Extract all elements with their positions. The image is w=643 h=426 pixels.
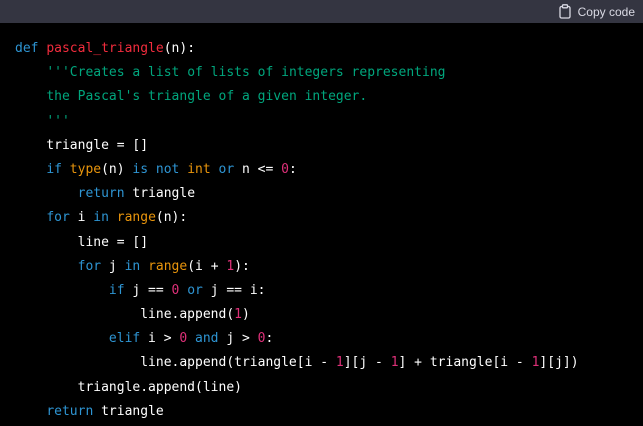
code-token: in — [93, 210, 109, 226]
code-token: j == i: — [202, 282, 266, 298]
code-token: 0 — [281, 161, 289, 177]
code-token: line.append(triangle[i - — [15, 355, 336, 371]
code-token: if — [108, 282, 125, 298]
code-token: for — [46, 210, 70, 226]
code-token: '''Creates a list of lists of integers r… — [46, 65, 446, 81]
code-line: elif i > 0 and j > 0: — [15, 327, 635, 351]
code-editor[interactable]: def pascal_triangle(n): '''Creates a lis… — [15, 37, 635, 424]
code-line: triangle = [] — [15, 134, 635, 158]
code-token: 1 — [390, 355, 399, 371]
code-token: (n): — [155, 210, 188, 226]
code-token: ) — [241, 307, 250, 323]
code-token: ][j - — [343, 355, 391, 371]
code-token: is — [132, 161, 149, 177]
code-token: (n) — [101, 161, 133, 177]
code-token: ] + triangle[i - — [398, 355, 532, 371]
code-token: i — [69, 210, 94, 226]
code-token: (i + — [187, 258, 227, 274]
code-token: range — [148, 258, 188, 274]
code-token: (n): — [163, 41, 196, 56]
clipboard-icon — [558, 4, 572, 19]
code-token: : — [265, 331, 274, 347]
code-token: return — [77, 186, 125, 202]
copy-code-button[interactable]: Copy code — [558, 0, 635, 23]
code-token: line = [] — [15, 234, 149, 250]
code-line: the Pascal's triangle of a given integer… — [15, 85, 635, 109]
code-line: if j == 0 or j == i: — [15, 279, 635, 303]
code-token: if — [46, 161, 62, 177]
code-token: for — [77, 258, 102, 274]
code-token: or — [218, 161, 235, 177]
code-token: int — [187, 161, 211, 177]
code-line: '''Creates a list of lists of integers r… — [15, 61, 635, 85]
code-token: triangle — [93, 403, 164, 419]
code-token: triangle — [124, 186, 196, 202]
code-token: type — [69, 161, 102, 177]
code-token: : — [288, 161, 297, 177]
code-token: return — [46, 403, 94, 419]
code-line: return triangle — [15, 400, 635, 424]
code-token: elif — [108, 331, 141, 347]
code-line: ''' — [15, 110, 635, 134]
code-token: n <= — [234, 161, 282, 177]
copy-code-label: Copy code — [577, 4, 635, 19]
code-token: and — [195, 331, 219, 347]
code-token: or — [187, 282, 203, 298]
code-token: 1 — [234, 307, 242, 323]
code-line: for i in range(n): — [15, 206, 635, 230]
code-token: not — [155, 161, 180, 177]
code-token: the Pascal's triangle of a given integer… — [46, 89, 368, 105]
code-token: pascal_triangle — [46, 41, 164, 56]
code-token: line.append( — [15, 307, 235, 323]
code-line: def pascal_triangle(n): — [15, 37, 635, 61]
code-token: j — [101, 258, 125, 274]
code-token: ): — [234, 258, 250, 274]
code-token: range — [116, 210, 156, 226]
code-token: 1 — [335, 355, 344, 371]
code-line: for j in range(i + 1): — [15, 255, 635, 279]
code-line: if type(n) is not int or n <= 0: — [15, 158, 635, 182]
code-token: triangle = [] — [15, 137, 149, 153]
code-token: i > — [140, 331, 180, 347]
code-token: 1 — [226, 258, 235, 274]
code-token: in — [124, 258, 141, 274]
code-block-header: Copy code — [0, 0, 643, 23]
code-line: triangle.append(line) — [15, 376, 635, 400]
code-token: j == — [124, 282, 172, 298]
code-line: line.append(1) — [15, 303, 635, 327]
code-token: j > — [218, 331, 258, 347]
code-line: line = [] — [15, 231, 635, 255]
code-token: ][j]) — [539, 355, 579, 371]
code-token: ''' — [46, 113, 70, 129]
code-line: return triangle — [15, 182, 635, 206]
code-token: def — [15, 41, 39, 56]
code-line: line.append(triangle[i - 1][j - 1] + tri… — [15, 351, 635, 375]
code-token: triangle.append(line) — [15, 379, 242, 395]
